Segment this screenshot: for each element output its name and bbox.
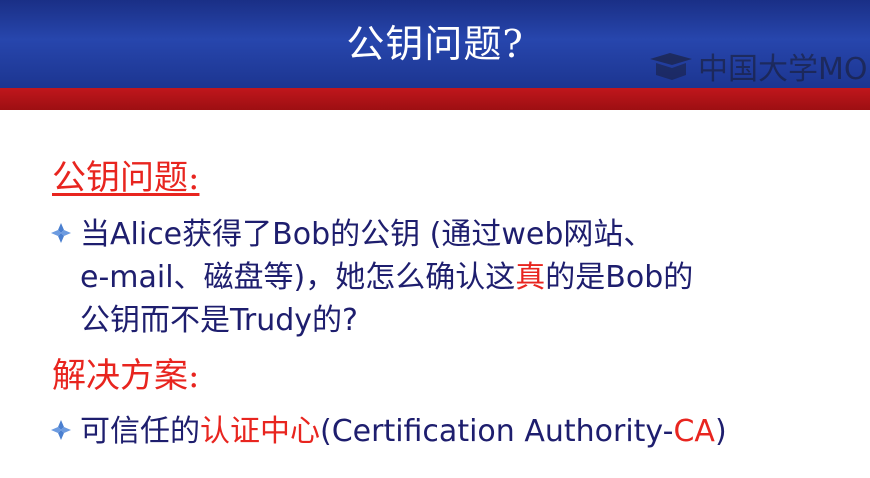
bullet2-highlight-ca-center: 认证中心 bbox=[200, 414, 320, 449]
slide: 公钥问题? 中国大学MO 公钥问题: 当Alice获得了Bob的公钥 (通过we… bbox=[0, 0, 870, 478]
bullet1-line1: 当Alice获得了Bob的公钥 (通过web网站、 bbox=[80, 217, 654, 252]
bullet2-mid: (Certification Authority- bbox=[320, 414, 674, 449]
bullet-solution: 可信任的认证中心(Certification Authority-CA) bbox=[50, 410, 860, 453]
red-band bbox=[0, 88, 870, 110]
bullet-text: 可信任的认证中心(Certification Authority-CA) bbox=[80, 410, 727, 453]
bullet1-highlight: 真 bbox=[515, 260, 546, 295]
heading-solution: 解决方案: bbox=[52, 356, 200, 396]
diamond-bullet-icon bbox=[50, 410, 80, 450]
mooc-logo-icon bbox=[650, 53, 692, 80]
diamond-bullet-icon bbox=[50, 213, 80, 253]
bullet1-line3: 公钥而不是Trudy的? bbox=[80, 303, 358, 338]
bullet2-start: 可信任的 bbox=[80, 414, 200, 449]
bullet1-line2-end: 的是Bob的 bbox=[545, 260, 694, 295]
bullet2-end: ) bbox=[714, 414, 727, 449]
heading-public-key-problem: 公钥问题: bbox=[52, 158, 200, 198]
bullet1-line2: e-mail、磁盘等)，她怎么确认这 bbox=[80, 260, 516, 295]
bullet-public-key-question: 当Alice获得了Bob的公钥 (通过web网站、 e-mail、磁盘等)，她怎… bbox=[50, 213, 860, 342]
watermark-text: 中国大学MO bbox=[698, 52, 868, 87]
watermark: 中国大学MO bbox=[648, 48, 868, 87]
bullet-text: 当Alice获得了Bob的公钥 (通过web网站、 e-mail、磁盘等)，她怎… bbox=[80, 213, 693, 342]
bullet2-highlight-ca: CA bbox=[673, 414, 715, 449]
